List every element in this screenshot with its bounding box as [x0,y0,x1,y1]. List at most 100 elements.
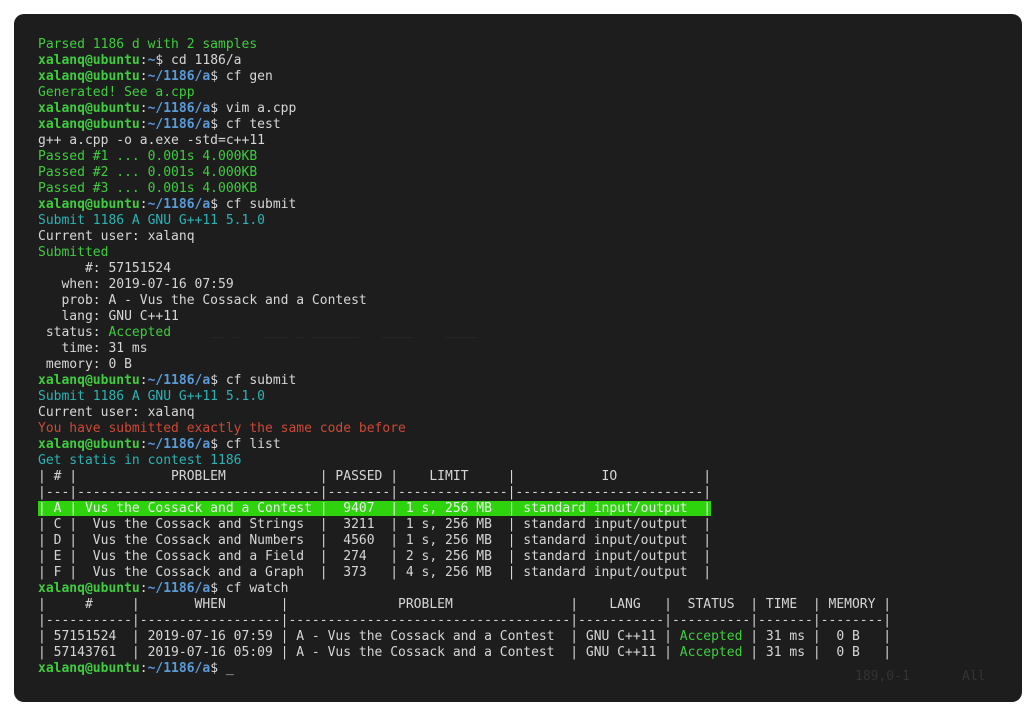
terminal-text-segment: time: 31 ms [38,341,148,356]
terminal-line: Parsed 1186 d with 2 samples [38,37,891,53]
terminal-text-segment: ~/1186/a [148,117,211,132]
terminal-line: xalanq@ubuntu:~/1186/a$ cf submit [38,197,891,213]
terminal-text-segment: ~/1186/a [148,197,211,212]
terminal-text-segment: xalanq@ubuntu [38,661,140,676]
vim-ghost-artifact: __ _ ___ _ ______ ____ ____ [210,324,476,340]
terminal-line: | E | Vus the Cossack and a Field | 274 … [38,549,891,565]
terminal-line: Passed #3 ... 0.001s 4.000KB [38,181,891,197]
terminal-text-segment: xalanq@ubuntu [38,101,140,116]
terminal-text-segment: |---|-------------------------------|---… [38,485,711,500]
terminal-text-segment: |-----------|------------------|--------… [38,613,891,628]
terminal-line: xalanq@ubuntu:~/1186/a$ cf submit [38,373,891,389]
terminal-line: You have submitted exactly the same code… [38,421,891,437]
terminal-text-segment: : [140,661,148,676]
terminal-text-segment: | E | Vus the Cossack and a Field | 274 … [38,549,711,564]
terminal-text-segment: xalanq@ubuntu [38,581,140,596]
terminal-text-segment: xalanq@ubuntu [38,437,140,452]
terminal-line: Submit 1186 A GNU G++11 5.1.0 [38,213,891,229]
terminal-line: | C | Vus the Cossack and Strings | 3211… [38,517,891,533]
terminal-text-segment: xalanq@ubuntu [38,117,140,132]
terminal-text-segment: | 57151524 | 2019-07-16 07:59 | A - Vus … [38,629,680,644]
terminal-text-segment: $ cf watch [210,581,288,596]
terminal-line: Passed #2 ... 0.001s 4.000KB [38,165,891,181]
terminal-text-segment: xalanq@ubuntu [38,69,140,84]
terminal-text-segment: lang: GNU C++11 [38,309,179,324]
terminal-text-segment: ~/1186/a [148,661,211,676]
terminal-text-segment: : [140,53,148,68]
terminal-line: xalanq@ubuntu:~/1186/a$ cf test [38,117,891,133]
terminal-text-segment: Parsed 1186 d with 2 samples [38,37,257,52]
terminal-text-segment: Submit 1186 A GNU G++11 5.1.0 [38,213,265,228]
terminal-text-segment: xalanq@ubuntu [38,197,140,212]
terminal-text-segment: $ cd 1186/a [155,53,241,68]
terminal-line: | A | Vus the Cossack and a Contest | 94… [38,501,891,517]
terminal-text-segment: xalanq@ubuntu [38,373,140,388]
terminal-text-segment: ~/1186/a [148,69,211,84]
terminal-text-segment: ~/1186/a [148,101,211,116]
terminal-text-segment: ~/1186/a [148,373,211,388]
terminal-text-segment: status: [38,325,108,340]
terminal-line: #: 57151524 [38,261,891,277]
terminal-line: memory: 0 B [38,357,891,373]
terminal-line: xalanq@ubuntu:~/1186/a$ _ [38,661,891,677]
terminal-text-segment: | 31 ms | 0 B | [742,645,891,660]
terminal-text-segment: #: 57151524 [38,261,171,276]
terminal-text-segment: | 31 ms | 0 B | [742,629,891,644]
terminal-text-segment: memory: 0 B [38,357,132,372]
terminal-line: Get statis in contest 1186 [38,453,891,469]
terminal-text-segment: : [140,101,148,116]
terminal-text-segment: : [140,437,148,452]
terminal-text-segment: prob: A - Vus the Cossack and a Contest [38,293,367,308]
terminal-text-segment: Accepted [680,629,743,644]
terminal-text-segment: : [140,117,148,132]
terminal-line: |---|-------------------------------|---… [38,485,891,501]
terminal-text-segment: | # | PROBLEM | PASSED | LIMIT | IO | [38,469,711,484]
terminal-line: xalanq@ubuntu:~$ cd 1186/a [38,53,891,69]
terminal-line: | # | PROBLEM | PASSED | LIMIT | IO | [38,469,891,485]
terminal-text-segment: | F | Vus the Cossack and a Graph | 373 … [38,565,711,580]
terminal-text-segment: Accepted [108,325,171,340]
terminal-text-segment: $ cf list [210,437,280,452]
terminal-line: Passed #1 ... 0.001s 4.000KB [38,149,891,165]
terminal-text-segment: _ [226,661,234,676]
terminal-text-segment: when: 2019-07-16 07:59 [38,277,234,292]
terminal-window[interactable]: Parsed 1186 d with 2 samplesxalanq@ubunt… [14,14,1022,702]
terminal-line: Current user: xalanq [38,405,891,421]
terminal-text-segment: Get statis in contest 1186 [38,453,242,468]
terminal-text-segment: Passed #3 ... 0.001s 4.000KB [38,181,257,196]
terminal-line: time: 31 ms [38,341,891,357]
terminal-text-segment: | A | Vus the Cossack and a Contest | 94… [38,501,711,516]
terminal-line: | 57151524 | 2019-07-16 07:59 | A - Vus … [38,629,891,645]
terminal-line: |-----------|------------------|--------… [38,613,891,629]
terminal-text-segment: g++ a.cpp -o a.exe -std=c++11 [38,133,265,148]
terminal-text-segment: $ cf submit [210,197,296,212]
terminal-line: Submit 1186 A GNU G++11 5.1.0 [38,389,891,405]
terminal-text-segment: : [140,581,148,596]
terminal-text-segment: : [140,373,148,388]
terminal-text-segment: $ cf gen [210,69,273,84]
terminal-text-segment: | # | WHEN | PROBLEM | LANG | STATUS | T… [38,597,891,612]
terminal-text-segment: $ cf submit [210,373,296,388]
terminal-line: xalanq@ubuntu:~/1186/a$ cf list [38,437,891,453]
terminal-line: g++ a.cpp -o a.exe -std=c++11 [38,133,891,149]
terminal-line: | D | Vus the Cossack and Numbers | 4560… [38,533,891,549]
terminal-text-segment: : [140,197,148,212]
terminal-text-segment: $ cf test [210,117,280,132]
terminal-text-segment: Generated! See a.cpp [38,85,195,100]
terminal-text-segment: Submitted [38,245,108,260]
terminal-line: | # | WHEN | PROBLEM | LANG | STATUS | T… [38,597,891,613]
terminal-text-segment: You have submitted exactly the same code… [38,421,406,436]
terminal-text-segment: Current user: xalanq [38,405,195,420]
terminal-text-segment: | D | Vus the Cossack and Numbers | 4560… [38,533,711,548]
terminal-text-segment: Passed #1 ... 0.001s 4.000KB [38,149,257,164]
terminal-output: Parsed 1186 d with 2 samplesxalanq@ubunt… [38,37,891,677]
terminal-text-segment: | C | Vus the Cossack and Strings | 3211… [38,517,711,532]
terminal-line: xalanq@ubuntu:~/1186/a$ cf watch [38,581,891,597]
terminal-line: xalanq@ubuntu:~/1186/a$ vim a.cpp [38,101,891,117]
terminal-line: lang: GNU C++11 [38,309,891,325]
terminal-text-segment: ~/1186/a [148,581,211,596]
terminal-line: Generated! See a.cpp [38,85,891,101]
terminal-text-segment: Current user: xalanq [38,229,195,244]
terminal-line: Submitted [38,245,891,261]
terminal-text-segment: | 57143761 | 2019-07-16 05:09 | A - Vus … [38,645,680,660]
